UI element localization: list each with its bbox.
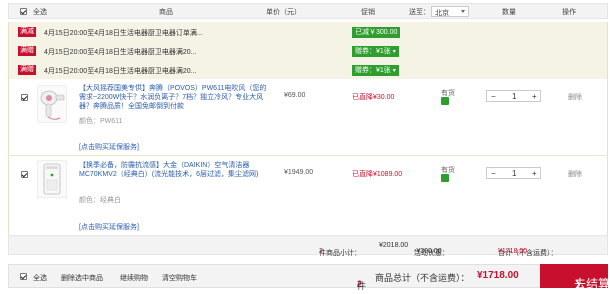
- goods-total: ¥2018.00: [379, 242, 409, 249]
- continue-shopping-link[interactable]: 继续购物: [120, 273, 148, 283]
- promo-row: 满赠 4月15日20:00至4月18日生活电器厨卫电器满20... 赠券：¥1张…: [8, 41, 608, 60]
- color-label: 颜色：: [79, 197, 100, 204]
- delete-selected-link[interactable]: 删除选中商品: [61, 273, 103, 283]
- promo-badge: 已减￥300.00: [352, 27, 401, 38]
- increase-button[interactable]: +: [532, 93, 537, 101]
- region-value: 北京: [435, 10, 449, 17]
- promo-badge-label: 赠券：¥1张: [355, 67, 391, 74]
- col-qty: 数量: [502, 9, 516, 16]
- delete-button[interactable]: 删除: [568, 169, 582, 179]
- product-image[interactable]: [37, 160, 67, 198]
- direct-discount: 已直降¥1089.00: [352, 171, 403, 178]
- chevron-right-icon: ❯: [574, 279, 582, 289]
- stock-label: 有货: [441, 90, 455, 97]
- color-value: PW611: [100, 118, 123, 125]
- quantity-value[interactable]: 1: [512, 170, 516, 178]
- item-checkbox[interactable]: [21, 94, 28, 101]
- unit-price: ¥1949.00: [284, 169, 314, 176]
- promo-row: 满赠 4月15日20:00至4月18日生活电器厨卫电器满20... 赠券：¥1张…: [8, 60, 608, 79]
- air-purifier-image: [43, 163, 61, 195]
- checkout-button[interactable]: 去结算 ❯: [540, 264, 610, 291]
- cart-header: 全选 商品 单价（元） 促销 送至： 北京 数量 操作: [8, 3, 608, 19]
- cart-item: 【换季必备，防霾抗流感】大金（DAIKIN）空气清洁器MC70KMV2（经典白）…: [8, 156, 608, 235]
- deliver-to-label: 送至：: [409, 9, 430, 16]
- col-product: 商品: [159, 9, 173, 16]
- stock-icon: [441, 97, 449, 105]
- hair-dryer-image: [40, 90, 65, 120]
- count-unit: 件: [357, 281, 367, 291]
- total-value: ¥1718.00: [498, 248, 528, 255]
- direct-discount: 已直降¥30.00: [352, 94, 395, 101]
- clear-cart-link[interactable]: 清空购物车: [162, 273, 197, 283]
- promo-row: 满减 4月15日20:00至4月18日生活电器厨卫电器订单满... 已减￥300…: [8, 22, 608, 41]
- promo-text[interactable]: 4月15日20:00至4月18日生活电器厨卫电器订单满...: [44, 28, 203, 38]
- item-checkbox[interactable]: [21, 171, 28, 178]
- promo-text[interactable]: 4月15日20:00至4月18日生活电器厨卫电器满20...: [44, 47, 197, 57]
- col-promo: 促销: [361, 9, 375, 16]
- stock-status: 有货: [441, 165, 455, 182]
- unit-price: ¥69.00: [284, 92, 306, 99]
- col-price: 单价（元）: [266, 9, 301, 16]
- select-all-checkbox-bottom[interactable]: [20, 273, 27, 280]
- promo-text[interactable]: 4月15日20:00至4月18日生活电器厨卫电器满20...: [44, 66, 197, 76]
- count-label: 件商品小计：: [319, 250, 361, 257]
- activity-value: -¥300.00: [414, 248, 442, 255]
- cart-item: 【大风摇荐国美专供】奔腾（POVOS）PW611电吹风（您的需求~2200W快干…: [8, 79, 608, 155]
- promo-tag: 满减: [18, 27, 36, 37]
- gift-coupon-dropdown[interactable]: 赠券：¥1张 ▾: [352, 46, 399, 57]
- product-title[interactable]: 【大风摇荐国美专供】奔腾（POVOS）PW611电吹风（您的需求~2200W快干…: [79, 84, 269, 111]
- quantity-value[interactable]: 1: [512, 93, 516, 101]
- quantity-stepper[interactable]: − 1 +: [486, 90, 541, 102]
- select-all-checkbox[interactable]: [20, 8, 27, 15]
- select-all-label: 全选: [33, 9, 47, 16]
- delete-button[interactable]: 删除: [568, 92, 582, 102]
- stock-status: 有货: [441, 88, 455, 105]
- stock-icon: [441, 174, 449, 182]
- select-all-label: 全选: [33, 275, 47, 282]
- col-ops: 操作: [562, 9, 576, 16]
- extended-warranty-link[interactable]: [点击购买延保服务]: [79, 142, 139, 152]
- region-select[interactable]: 北京: [431, 6, 469, 17]
- subtotal-bar: 2 件商品小计： ¥2018.00 活动优惠： -¥300.00 合计（不含运费）：…: [8, 235, 608, 257]
- product-image[interactable]: [37, 85, 67, 123]
- color-value: 经典白: [100, 197, 121, 204]
- checkout-bar: 全选 删除选中商品 继续购物 清空购物车 2件 商品总计（不含运费）： ¥171…: [8, 264, 610, 291]
- decrease-button[interactable]: −: [491, 93, 496, 101]
- chevron-down-icon: ▾: [392, 49, 396, 55]
- product-color: 颜色：经典白: [79, 195, 121, 205]
- color-label: 颜色：: [79, 118, 100, 125]
- footer-total-label: 商品总计（不含运费）：: [375, 273, 470, 283]
- promo-tag: 满赠: [18, 65, 36, 75]
- extended-warranty-link[interactable]: [点击购买延保服务]: [79, 222, 139, 232]
- increase-button[interactable]: +: [532, 170, 537, 178]
- promo-tag: 满赠: [18, 46, 36, 56]
- quantity-stepper[interactable]: − 1 +: [486, 167, 541, 179]
- stock-label: 有货: [441, 167, 455, 174]
- chevron-down-icon: [461, 10, 465, 13]
- footer-total-value: ¥1718.00: [477, 270, 519, 281]
- promo-badge-label: 已减￥300.00: [355, 29, 398, 36]
- product-title[interactable]: 【换季必备，防霾抗流感】大金（DAIKIN）空气清洁器MC70KMV2（经典白）…: [79, 161, 269, 179]
- gift-coupon-dropdown[interactable]: 赠券：¥1张 ▾: [352, 65, 399, 76]
- chevron-down-icon: ▾: [392, 68, 396, 74]
- product-color: 颜色：PW611: [79, 116, 122, 126]
- decrease-button[interactable]: −: [491, 170, 496, 178]
- promo-badge-label: 赠券：¥1张: [355, 48, 391, 55]
